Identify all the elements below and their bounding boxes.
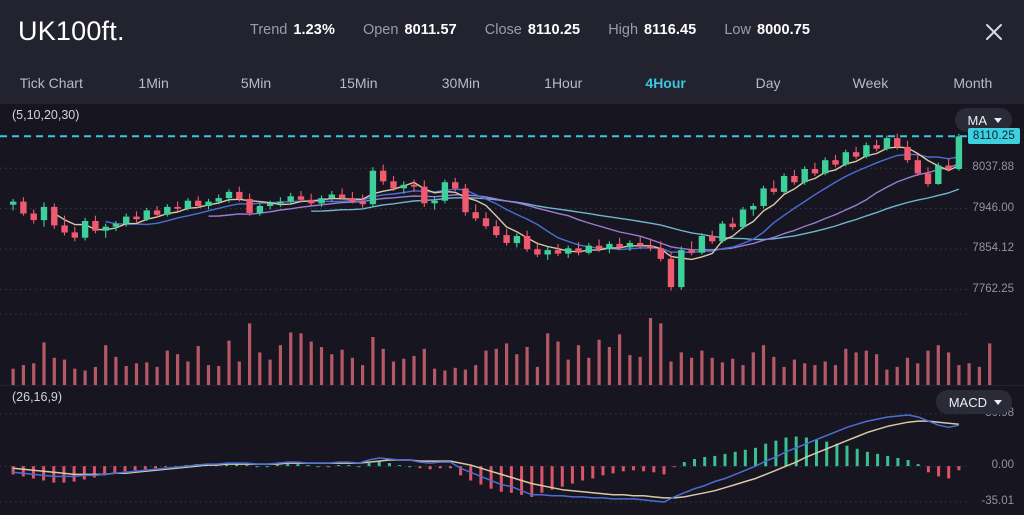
tab-5min[interactable]: 5Min [205, 62, 307, 104]
stat-value: 8011.57 [404, 22, 457, 38]
tab-30min[interactable]: 30Min [410, 62, 512, 104]
tab-day[interactable]: Day [717, 62, 819, 104]
macd-indicator-selector[interactable]: MACD [935, 390, 1012, 414]
stat-high: High 8116.45 [608, 22, 696, 38]
macd-selector-label: MACD [948, 394, 987, 410]
macd-plot [0, 413, 970, 503]
stat-label: High [608, 22, 639, 38]
ma-selector-label: MA [967, 112, 988, 128]
stat-value: 8000.75 [756, 22, 811, 38]
stat-label: Trend [250, 22, 288, 38]
stat-value: 8110.25 [527, 22, 581, 38]
price-chart-pane[interactable]: (5,10,20,30) MA 8110.25 8037.88 7946.00 78… [0, 104, 1024, 385]
stat-label: Close [484, 22, 522, 38]
stat-trend: Trend 1.23% [250, 22, 335, 38]
stat-label: Low [724, 22, 751, 38]
tab-4hour[interactable]: 4Hour [614, 62, 716, 104]
chart-window: UK100ft. Trend 1.23% Open 8011.57 Close 8110.… [0, 0, 1024, 515]
candlestick-plot [0, 133, 992, 385]
timeframe-tabs[interactable]: Tick Chart 1Min 5Min 15Min 30Min 1Hour 4Hour Da… [0, 62, 1024, 105]
stat-low: Low 8000.75 [724, 22, 810, 38]
close-icon [986, 24, 1002, 40]
tab-15min[interactable]: 15Min [307, 62, 409, 104]
stat-value: 8116.45 [644, 22, 697, 38]
stat-label: Open [362, 22, 399, 38]
chart-header: UK100ft. Trend 1.23% Open 8011.57 Close 8110.… [0, 0, 1024, 62]
tab-1hour[interactable]: 1Hour [512, 62, 614, 104]
stat-open: Open 8011.57 [363, 22, 457, 38]
tab-tick-chart[interactable]: Tick Chart [0, 62, 102, 104]
chevron-down-icon [994, 399, 1002, 405]
stat-close: Close 8110.25 [485, 22, 580, 38]
close-button[interactable] [978, 16, 1010, 48]
symbol-title: UK100ft. [18, 16, 125, 46]
macd-chart-pane[interactable]: (26,16,9) MACD 50.980.00-35.01 [0, 386, 1024, 515]
stat-value: 1.23% [293, 22, 335, 38]
tab-1min[interactable]: 1Min [102, 62, 204, 104]
tab-month[interactable]: Month [922, 62, 1024, 104]
chevron-down-icon [994, 117, 1002, 123]
quote-stats: Trend 1.23% Open 8011.57 Close 8110.25 High 811… [250, 22, 810, 38]
tab-week[interactable]: Week [819, 62, 921, 104]
current-price-tag: 8110.25 [967, 128, 1020, 145]
